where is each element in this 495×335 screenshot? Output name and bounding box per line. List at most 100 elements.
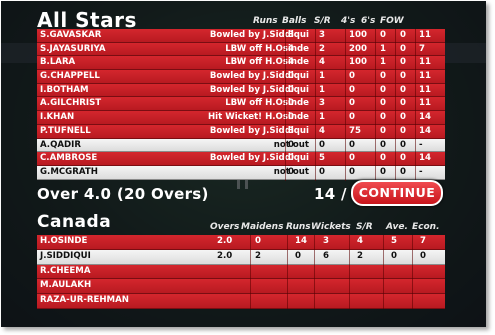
strike-rate: 0 [349,84,355,95]
strike-rate: 0 [349,98,355,109]
fours: 0 [380,98,386,109]
sixes: 0 [400,153,406,164]
table-row: I.BOTHAM Bowled by J.Siddiqui 0 1 0 0 0 … [37,83,445,98]
runs: 0 [288,112,294,123]
column-divider [415,29,416,181]
batsman-name: G.CHAPPELL [40,71,100,82]
continue-button[interactable]: CONTINUE [351,180,443,206]
table-row-not-out: G.MCGRATH not out 0 0 0 0 0 - [37,165,445,180]
strike-rate: 0 [349,153,355,164]
batsman-name: S.JAYASURIYA [40,43,106,54]
runs: 0 [295,250,301,261]
fours: 0 [380,139,386,150]
sixes: 0 [400,30,406,40]
bowler-name: RAZA-UR-REHMAN [40,295,129,306]
batsman-name: I.BOTHAM [40,84,89,95]
dismissal: Bowled by J.Siddiqui [209,125,309,136]
sixes: 0 [400,84,406,95]
fall-of-wicket: - [419,166,423,177]
header-sr: S/R [356,222,373,232]
header-wickets: Wickets [311,222,351,232]
runs: 4 [288,43,294,54]
bowler-name: R.CHEEMA [40,265,91,276]
table-row: B.LARA LBW off H.Osinde 4 4 100 1 0 11 [37,56,445,71]
fours: 0 [380,153,386,164]
fours: 0 [380,125,386,136]
strike-rate: 75 [349,125,361,136]
sixes: 0 [400,112,406,123]
fall-of-wicket: 14 [419,153,431,164]
table-row: I.KHAN Hit Wicket! H.Osinde 0 1 0 0 0 14 [37,111,445,125]
bowling-table: H.OSINDE 2.0 0 14 3 4 5 7 J.SIDDIQUI 2.0… [37,235,445,309]
fours: 0 [380,84,386,95]
fours: 0 [380,30,386,40]
fours: 1 [380,57,386,68]
bowling-team-title: Canada [37,212,112,232]
overs: 2.0 [217,236,233,246]
fall-of-wicket: 7 [419,43,425,54]
sixes: 0 [400,139,406,150]
column-divider [287,235,288,309]
economy: 7 [420,236,426,246]
balls: 3 [319,98,325,109]
column-divider [412,235,413,309]
sixes: 0 [400,57,406,68]
balls: 0 [319,139,325,150]
table-row: S.GAVASKAR Bowled by J.Siddiqui 3 3 100 … [37,29,445,43]
batsman-name: B.LARA [40,57,76,68]
fours: 0 [380,71,386,82]
fours: 0 [380,166,386,177]
batsman-name: C.AMBROSE [40,153,98,164]
runs: 3 [288,30,294,40]
fall-of-wicket: 11 [419,98,431,109]
batsman-name: G.MCGRATH [40,166,98,177]
header-fow: FOW [380,16,404,26]
runs: 0 [288,71,294,82]
fall-of-wicket: 11 [419,84,431,95]
fall-of-wicket: 11 [419,71,431,82]
dismissal: LBW off H.Osinde [225,57,309,68]
column-divider [315,29,316,181]
strike-rate: 0 [349,139,355,150]
balls: 1 [319,71,325,82]
dismissal: Bowled by J.Siddiqui [209,84,309,95]
batsman-name: A.GILCHRIST [40,98,102,109]
batting-table: S.GAVASKAR Bowled by J.Siddiqui 3 3 100 … [37,29,445,181]
batsman-name: A.QADIR [40,139,81,150]
header-balls: Balls [282,16,307,26]
header-runs: Runs [253,16,278,26]
table-row: A.GILCHRIST LBW off H.Osinde 0 3 0 0 0 1… [37,97,445,112]
table-row: S.JAYASURIYA LBW off H.Osinde 4 2 200 1 … [37,42,445,57]
balls: 2 [319,43,325,54]
runs: 0 [288,166,294,177]
column-divider [285,29,286,181]
strike-rate: 2 [357,250,363,261]
balls: 1 [319,112,325,123]
wickets: 6 [323,250,329,261]
economy: 0 [420,250,426,261]
balls: 5 [319,153,325,164]
runs: 0 [288,153,294,164]
column-divider [250,235,251,309]
fall-of-wicket: 14 [419,112,431,123]
header-sr: S/R [314,16,331,26]
table-row: C.AMBROSE Bowled by J.Siddiqui 0 5 0 0 0… [37,152,445,166]
strike-rate: 4 [357,236,363,246]
maidens: 2 [255,250,261,261]
balls: 4 [319,125,325,136]
strike-rate: 200 [349,43,367,54]
fall-of-wicket: - [419,139,423,150]
over-summary: Over 4.0 (20 Overs) [37,185,209,203]
column-divider [395,29,396,181]
column-divider [314,235,315,309]
column-divider [349,235,350,309]
batsman-name: I.KHAN [40,112,75,123]
fours: 0 [380,112,386,123]
fall-of-wicket: 14 [419,125,431,136]
header-runs: Runs [286,222,311,232]
batsman-name: P.TUFNELL [40,125,91,136]
sixes: 0 [400,125,406,136]
runs: 4 [288,57,294,68]
header-maidens: Maidens [241,222,284,232]
fall-of-wicket: 11 [419,57,431,68]
